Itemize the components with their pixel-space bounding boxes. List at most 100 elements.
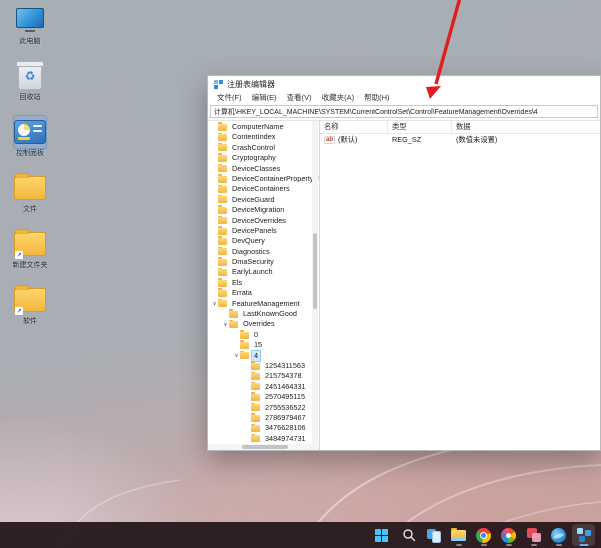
address-bar[interactable]: 计算机\HKEY_LOCAL_MACHINE\SYSTEM\CurrentCon…	[210, 105, 598, 118]
browser-globe-button[interactable]	[547, 524, 570, 546]
tree-item-15[interactable]: 15	[208, 340, 319, 350]
task-view-icon	[427, 529, 441, 541]
folder-icon	[218, 269, 227, 276]
menu-file[interactable]: 文件(F)	[212, 91, 247, 104]
tree-item-DevQuery[interactable]: DevQuery	[208, 236, 319, 246]
tree-item-Overrides[interactable]: ∨Overrides	[208, 319, 319, 329]
icon-label: 软件	[23, 318, 37, 326]
tree-item-DeviceContainers[interactable]: DeviceContainers	[208, 184, 319, 194]
chevron-down-icon[interactable]: ∨	[211, 299, 218, 309]
tree-item-DeviceGuard[interactable]: DeviceGuard	[208, 195, 319, 205]
tree-item-2755536522[interactable]: 2755536522	[208, 403, 319, 413]
chrome-icon	[476, 528, 491, 543]
file-explorer-button[interactable]	[447, 524, 470, 546]
desktop-icon-column: 此电脑 ♻ 回收站 控制面板 文件 ↗ 新建文件夹 ↗ 软件	[4, 4, 56, 340]
tree-horizontal-scrollbar[interactable]	[208, 444, 319, 450]
desktop-icon-folder-1[interactable]: 文件	[4, 172, 56, 214]
column-header-name[interactable]: 名称	[320, 121, 388, 133]
column-header-type[interactable]: 类型	[388, 121, 452, 133]
tree-item-DeviceClasses[interactable]: DeviceClasses	[208, 164, 319, 174]
tree-item-DeviceOverrides[interactable]: DeviceOverrides	[208, 216, 319, 226]
value-type: REG_SZ	[388, 135, 452, 144]
desktop-icon-recycle-bin[interactable]: ♻ 回收站	[4, 60, 56, 102]
tree-item-Cryptography[interactable]: Cryptography	[208, 153, 319, 163]
chevron-down-icon[interactable]: ∨	[233, 351, 240, 361]
folder-icon	[218, 186, 227, 193]
chevron-down-icon[interactable]: ∨	[222, 320, 229, 330]
column-header-data[interactable]: 数据	[452, 121, 600, 133]
folder-icon	[229, 321, 238, 328]
menu-favorites[interactable]: 收藏夹(A)	[317, 91, 360, 104]
tree-item-EarlyLaunch[interactable]: EarlyLaunch	[208, 267, 319, 277]
tree-item-CrashControl[interactable]: CrashControl	[208, 143, 319, 153]
search-button[interactable]	[397, 524, 420, 546]
tree-item-Errata[interactable]: Errata	[208, 288, 319, 298]
tree-item-LastKnownGood[interactable]: LastKnownGood	[208, 309, 319, 319]
media-app-button[interactable]	[522, 524, 545, 546]
value-data: (数值未设置)	[452, 135, 600, 145]
folder-icon	[218, 207, 227, 214]
globe-icon	[551, 528, 566, 543]
tree-item-label: 4	[252, 351, 260, 361]
tree-item-Els[interactable]: Els	[208, 278, 319, 288]
folder-icon	[251, 415, 260, 422]
tree-vertical-scrollbar[interactable]	[312, 121, 318, 444]
tree-item-label: 2451464331	[263, 382, 308, 392]
menu-edit[interactable]: 编辑(E)	[247, 91, 282, 104]
media-app-icon	[527, 528, 541, 542]
registry-editor-taskbar-button[interactable]	[572, 524, 595, 546]
tree-item-DevicePanels[interactable]: DevicePanels	[208, 226, 319, 236]
folder-icon	[240, 352, 249, 359]
window-titlebar[interactable]: 注册表编辑器	[208, 76, 600, 91]
tree-item-1254311563[interactable]: 1254311563	[208, 361, 319, 371]
tree-item-DeviceMigration[interactable]: DeviceMigration	[208, 205, 319, 215]
menu-help[interactable]: 帮助(H)	[359, 91, 394, 104]
start-button[interactable]	[370, 524, 393, 546]
control-panel-icon	[14, 116, 46, 148]
icon-label: 文件	[23, 206, 37, 214]
folder-icon	[218, 124, 227, 131]
folder-icon	[218, 217, 227, 224]
value-name: (默认)	[338, 135, 357, 145]
folder-icon	[251, 404, 260, 411]
tree-item-label: 15	[252, 340, 264, 350]
desktop-icon-this-pc[interactable]: 此电脑	[4, 4, 56, 46]
tree-item-2570495115[interactable]: 2570495115	[208, 392, 319, 402]
task-view-button[interactable]	[422, 524, 445, 546]
chrome-button[interactable]	[472, 524, 495, 546]
photos-button[interactable]	[497, 524, 520, 546]
tree-item-FeatureManagement[interactable]: ∨FeatureManagement	[208, 299, 319, 309]
tree-item-3484974731[interactable]: 3484974731	[208, 434, 319, 444]
registry-tree: ComputerNameContentIndexCrashControlCryp…	[208, 121, 319, 444]
tree-item-DmaSecurity[interactable]: DmaSecurity	[208, 257, 319, 267]
shortcut-arrow-icon: ↗	[15, 251, 23, 259]
value-row-default[interactable]: ab (默认) REG_SZ (数值未设置)	[320, 134, 600, 145]
desktop-icon-folder-2[interactable]: ↗ 新建文件夹	[4, 228, 56, 270]
shortcut-arrow-icon: ↗	[15, 307, 23, 315]
tree-item-3476628106[interactable]: 3476628106	[208, 423, 319, 433]
desktop-icon-control-panel[interactable]: 控制面板	[4, 116, 56, 158]
folder-icon	[251, 425, 260, 432]
tree-item-ComputerName[interactable]: ComputerName	[208, 122, 319, 132]
folder-icon	[251, 383, 260, 390]
tree-item-4[interactable]: ∨4	[208, 351, 319, 361]
tree-item-label: DeviceOverrides	[230, 216, 288, 226]
tree-item-DeviceContainerPropertyUpda[interactable]: DeviceContainerPropertyUpda	[208, 174, 319, 184]
search-icon	[402, 528, 416, 542]
string-value-icon: ab	[324, 136, 335, 144]
desktop-icon-folder-3[interactable]: ↗ 软件	[4, 284, 56, 326]
menu-view[interactable]: 查看(V)	[282, 91, 317, 104]
tree-item-label: DmaSecurity	[230, 257, 276, 267]
tree-item-label: LastKnownGood	[241, 309, 299, 319]
taskbar	[0, 522, 601, 548]
tree-item-Diagnostics[interactable]: Diagnostics	[208, 247, 319, 257]
tree-item-label: 0	[252, 330, 260, 340]
tree-item-label: CrashControl	[230, 143, 277, 153]
tree-item-215754378[interactable]: 215754378	[208, 371, 319, 381]
tree-item-label: 2755536522	[263, 403, 308, 413]
tree-item-2786979467[interactable]: 2786979467	[208, 413, 319, 423]
tree-item-ContentIndex[interactable]: ContentIndex	[208, 132, 319, 142]
tree-item-2451464331[interactable]: 2451464331	[208, 382, 319, 392]
tree-item-0[interactable]: 0	[208, 330, 319, 340]
recycle-bin-icon: ♻	[14, 60, 46, 92]
